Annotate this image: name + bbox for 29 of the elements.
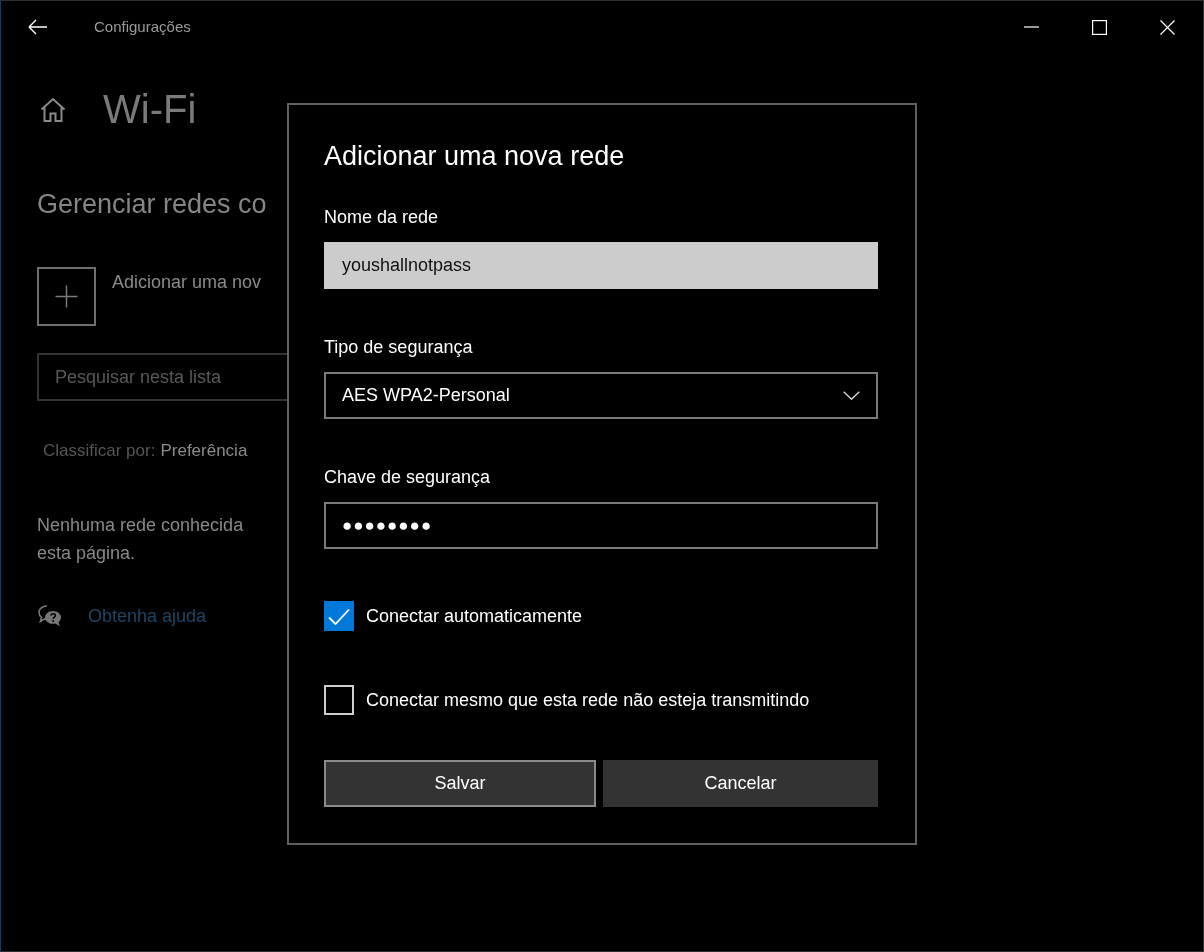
- empty-list-message: Nenhuma rede conhecida esta página.: [37, 514, 245, 565]
- sort-option-link[interactable]: Preferência: [160, 439, 248, 463]
- window-title: Configurações: [94, 16, 191, 37]
- home-icon[interactable]: [40, 96, 66, 122]
- field-label: Nome da rede: [324, 206, 440, 229]
- cancel-button[interactable]: Cancelar: [603, 760, 878, 807]
- search-field[interactable]: Pesquisar nesta lista: [37, 353, 287, 401]
- password-field[interactable]: ●●●●●●●●: [324, 502, 878, 549]
- sort-label: Classificar por:: [43, 440, 156, 462]
- checkbox-label[interactable]: Conectar mesmo que esta rede não esteja transmitindo: [366, 688, 810, 712]
- checkbox[interactable]: [324, 601, 354, 631]
- checkmark-icon: [328, 607, 350, 625]
- help-chat-icon: [38, 605, 62, 627]
- field-label: Tipo de segurança: [324, 336, 474, 359]
- page-title: Wi-Fi: [103, 86, 197, 133]
- add-network-button[interactable]: Adicionar uma nov: [37, 267, 262, 326]
- network-name-field[interactable]: youshallnotpass: [324, 242, 878, 289]
- chevron-down-icon: [843, 391, 860, 400]
- plus-icon: [37, 267, 96, 326]
- maximize-icon: [1091, 19, 1107, 35]
- save-button[interactable]: Salvar: [324, 760, 596, 807]
- section-heading: Gerenciar redes co: [37, 188, 268, 221]
- minimize-icon: [1023, 26, 1039, 28]
- checkbox-label[interactable]: Conectar automaticamente: [366, 604, 583, 628]
- dialog-title: Adicionar uma nova rede: [324, 140, 626, 173]
- close-icon: [1159, 19, 1175, 35]
- field-label: Chave de segurança: [324, 466, 492, 489]
- security-type-dropdown[interactable]: AES WPA2-Personal: [324, 372, 878, 419]
- back-arrow-icon: [27, 19, 47, 35]
